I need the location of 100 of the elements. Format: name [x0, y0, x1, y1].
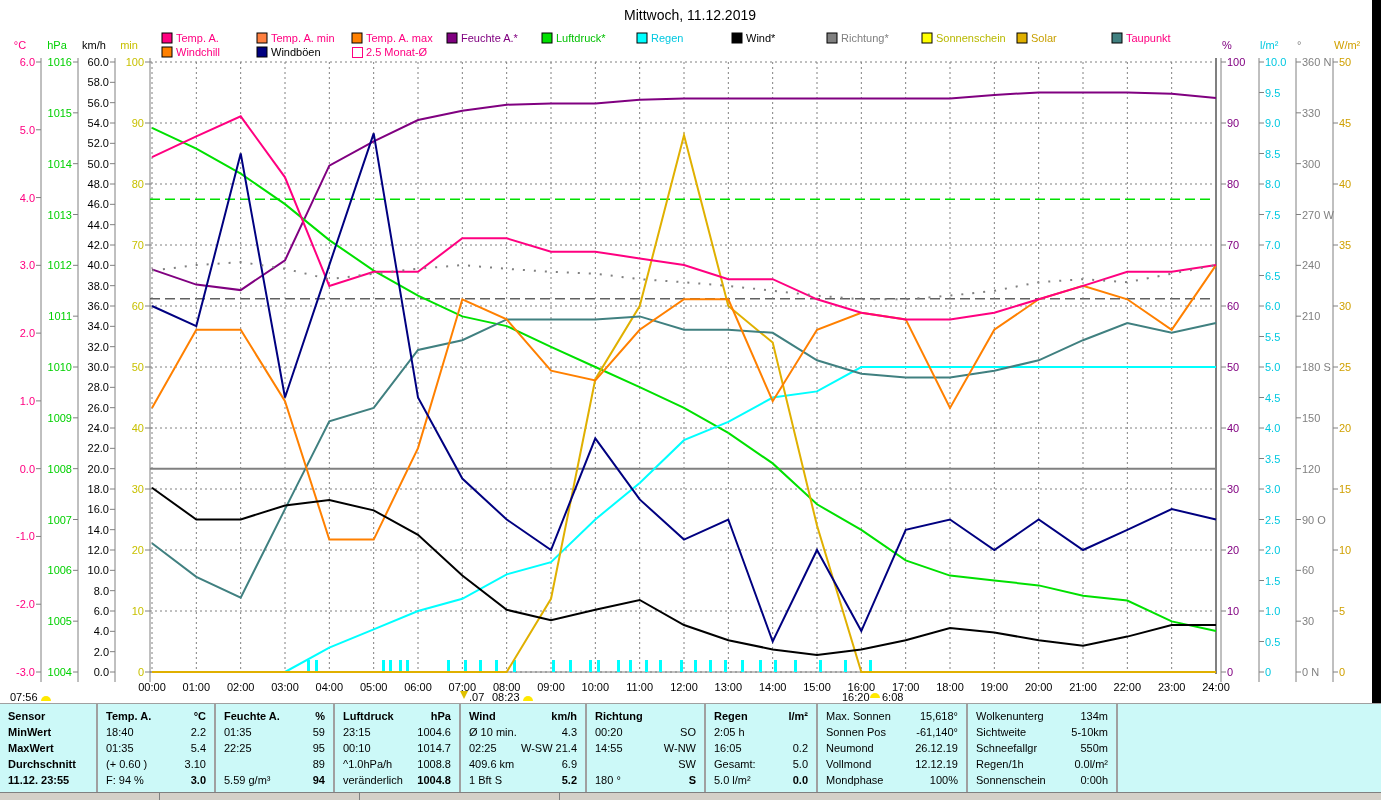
axis-tick-label: 9.0 — [1265, 117, 1281, 129]
rain-mark — [694, 660, 697, 672]
axis-tick-label: 2.0 — [1265, 544, 1281, 556]
rain-mark — [589, 660, 592, 672]
axis-unit: °C — [13, 39, 27, 51]
axis-tick-label: 10 — [1227, 605, 1240, 617]
table-cell-text: 15,618° — [919, 708, 958, 724]
table-cell-text: % — [315, 708, 325, 724]
legend-label: Regen — [651, 32, 684, 44]
moon-marker-icon — [460, 691, 468, 699]
axis-tick-label: 70 — [131, 239, 144, 251]
axis-tick-label: 40 — [1339, 178, 1352, 190]
axis-tick-label: 1010 — [47, 361, 72, 373]
table-cell-text: 59 — [312, 724, 325, 740]
axis-tick-label: 4.0 — [19, 191, 35, 204]
axis-tick-label: 1.0 — [1265, 605, 1281, 617]
axis-tick-label: 28.0 — [87, 381, 109, 394]
sun-time: 6:08 — [882, 691, 904, 703]
axis-unit: km/h — [82, 39, 106, 51]
table-cell-text: SW — [678, 756, 696, 772]
axis-tick-label: 00:00 — [138, 681, 166, 693]
axis-tick-label: 5.5 — [1265, 330, 1281, 343]
legend-label: Taupunkt — [1126, 32, 1171, 44]
axis-tick-label: 270 W — [1302, 208, 1334, 221]
table-cell-text: Neumond — [826, 740, 874, 756]
axis-tick-label: 1.5 — [1265, 574, 1281, 587]
table-cell-text: 22:25 — [224, 740, 252, 756]
legend-label: Richtung* — [841, 32, 889, 44]
axis-tick-label: 11:00 — [626, 681, 654, 693]
axis-tick-label: 6.0 — [93, 605, 109, 617]
axis-tick-label: 240 — [1302, 259, 1321, 272]
axis-tick-label: 02:00 — [226, 681, 255, 693]
table-cell-text: Feuchte A. — [224, 708, 280, 724]
rain-mark — [774, 660, 777, 672]
axis-tick-label: 22:00 — [1113, 681, 1142, 693]
table-cell-text: 6.9 — [561, 756, 577, 772]
table-cell-text: 12.12.19 — [915, 756, 958, 772]
table-cell-text: 16:05 — [714, 740, 742, 756]
axis-tick-label: 8.0 — [1265, 178, 1281, 190]
table-cell-text: 18:40 — [106, 724, 134, 740]
axis-tick-label: 4.0 — [93, 625, 109, 638]
rain-mark — [617, 660, 620, 672]
table-cell-text: Regen — [714, 708, 748, 724]
table-cell-text: 00:10 — [343, 740, 371, 756]
table-cell-text: km/h — [551, 708, 577, 724]
axis-tick-label: 6.0 — [19, 56, 35, 68]
axis-tick-label: 2.0 — [93, 645, 109, 658]
table-cell-text: 2.2 — [190, 724, 206, 740]
table-cell-text: 550m — [1080, 740, 1108, 756]
rain-mark — [399, 660, 402, 672]
table-cell-text: hPa — [430, 708, 451, 724]
rain-mark — [844, 660, 847, 672]
axis-tick-label: 120 — [1302, 462, 1321, 475]
axis-tick-label: 3.0 — [19, 259, 35, 272]
table-cell-text: Wind — [469, 708, 496, 724]
axis-tick-label: 18:00 — [936, 681, 964, 693]
table-cell-text: 100% — [929, 772, 958, 788]
axis-tick-label: 100 — [125, 56, 144, 68]
table-cell-text: 0.0 — [792, 772, 808, 788]
axis-tick-label: 60.0 — [87, 56, 109, 68]
table-cell-text: 180 ° — [595, 772, 621, 788]
axis-tick-label: 1016 — [47, 56, 72, 68]
axis-tick-label: 20 — [131, 544, 144, 556]
table-cell-text: l/m² — [788, 708, 808, 724]
axis-unit: W/m² — [1334, 39, 1361, 51]
table-cell-text: 26.12.19 — [915, 740, 958, 756]
rain-mark — [513, 660, 516, 672]
axis-tick-label: 01:00 — [182, 681, 211, 693]
table-cell-text: Regen/1h — [976, 756, 1024, 772]
axis-tick-label: 1004 — [47, 666, 72, 678]
axis-tick-label: 10 — [131, 605, 144, 617]
axis-tick-label: 8.5 — [1265, 147, 1281, 160]
axis-unit: % — [1222, 39, 1232, 51]
axis-tick-label: 8.0 — [93, 584, 109, 597]
axis-tick-label: 180 S — [1302, 361, 1331, 373]
axis-tick-label: 50 — [1227, 361, 1240, 373]
legend-label: Windchill — [176, 46, 220, 58]
axis-tick-label: 05:00 — [359, 681, 388, 693]
table-cell-text: veränderlich — [343, 772, 403, 788]
axis-tick-label: 08:00 — [492, 681, 521, 693]
table-cell-text: -61,140° — [916, 724, 958, 740]
table-cell-text: W-SW 21.4 — [520, 740, 577, 756]
table-cell-text: °C — [193, 708, 206, 724]
rain-mark — [315, 660, 318, 672]
axis-tick-label: 19:00 — [980, 681, 1009, 693]
axis-tick-label: 0 N — [1302, 666, 1320, 678]
axis-tick-label: 6.0 — [1265, 300, 1281, 312]
table-cell-text: 1008.8 — [417, 756, 451, 772]
axis-tick-label: 20:00 — [1024, 681, 1053, 693]
table-cell-text: 5.2 — [561, 772, 577, 788]
axis-tick-label: 1005 — [47, 615, 72, 628]
table-cell-text: Wolkenunterg — [976, 708, 1044, 724]
axis-tick-label: 360 N — [1302, 56, 1332, 68]
table-cell-text: 409.6 km — [469, 756, 515, 772]
axis-tick-label: 0 — [1265, 666, 1272, 678]
axis-tick-label: 2.5 — [1265, 513, 1281, 526]
axis-tick-label: 56.0 — [87, 96, 109, 109]
rain-mark — [680, 660, 683, 672]
axis-tick-label: 1.0 — [19, 394, 35, 407]
table-cell-text: Sonnen Pos — [826, 724, 886, 740]
